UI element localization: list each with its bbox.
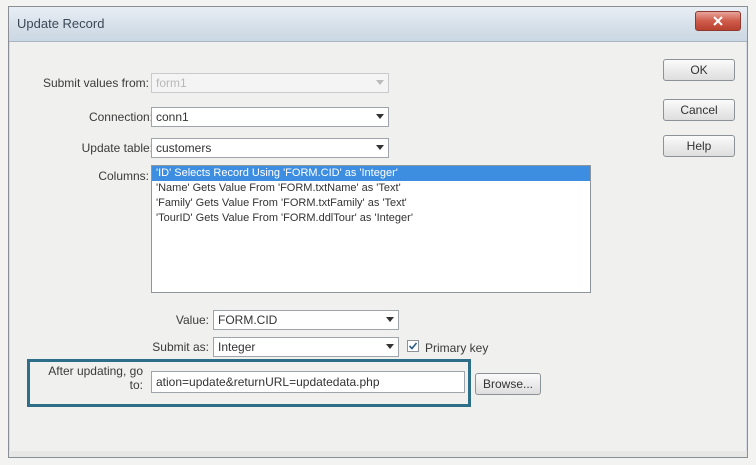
window-title: Update Record bbox=[17, 16, 105, 31]
update-table-value: customers bbox=[156, 141, 212, 155]
submit-as-label: Submit as: bbox=[152, 340, 209, 354]
submit-values-from-label: Submit values from: bbox=[42, 76, 149, 90]
update-record-dialog: Update Record Submit values from: form1 … bbox=[8, 6, 748, 458]
close-button[interactable] bbox=[695, 11, 741, 31]
chevron-down-icon bbox=[376, 145, 384, 150]
after-updating-url-value: ation=update&returnURL=updatedata.php bbox=[156, 375, 380, 389]
value-label: Value: bbox=[175, 313, 209, 327]
primary-key-checkbox[interactable] bbox=[407, 340, 419, 352]
after-updating-label-line2: to: bbox=[129, 378, 143, 392]
update-table-label: Update table: bbox=[81, 141, 153, 155]
checkmark-icon bbox=[408, 342, 418, 350]
dialog-footer bbox=[9, 451, 747, 457]
help-button[interactable]: Help bbox=[663, 135, 735, 157]
column-list-item[interactable]: 'Name' Gets Value From 'FORM.txtName' as… bbox=[152, 181, 590, 196]
connection-label: Connection: bbox=[88, 110, 153, 124]
column-list-item[interactable]: 'Family' Gets Value From 'FORM.txtFamily… bbox=[152, 196, 590, 211]
after-updating-url-input[interactable]: ation=update&returnURL=updatedata.php bbox=[151, 371, 465, 393]
submit-values-from-value: form1 bbox=[156, 76, 187, 90]
column-list-item[interactable]: 'ID' Selects Record Using 'FORM.CID' as … bbox=[152, 166, 590, 181]
after-updating-label: After updating, go to: bbox=[33, 364, 143, 392]
browse-button[interactable]: Browse... bbox=[475, 373, 541, 395]
close-icon bbox=[713, 16, 723, 26]
connection-value: conn1 bbox=[156, 110, 189, 124]
submit-values-from-select[interactable]: form1 bbox=[151, 73, 389, 93]
columns-label: Columns: bbox=[98, 169, 149, 183]
chevron-down-icon bbox=[386, 344, 394, 349]
chevron-down-icon bbox=[376, 80, 384, 85]
submit-as-select[interactable]: Integer bbox=[213, 337, 399, 357]
value-select[interactable]: FORM.CID bbox=[213, 310, 399, 330]
connection-select[interactable]: conn1 bbox=[151, 107, 389, 127]
after-updating-label-line1: After updating, go bbox=[48, 364, 143, 378]
ok-button[interactable]: OK bbox=[663, 59, 735, 81]
submit-as-value: Integer bbox=[218, 340, 256, 354]
column-list-item[interactable]: 'TourID' Gets Value From 'FORM.ddlTour' … bbox=[152, 211, 590, 226]
cancel-button[interactable]: Cancel bbox=[663, 99, 735, 121]
primary-key-label: Primary key bbox=[425, 341, 489, 355]
columns-listbox[interactable]: 'ID' Selects Record Using 'FORM.CID' as … bbox=[151, 165, 591, 293]
update-table-select[interactable]: customers bbox=[151, 138, 389, 158]
value-select-value: FORM.CID bbox=[218, 313, 278, 327]
title-bar: Update Record bbox=[9, 7, 747, 42]
chevron-down-icon bbox=[386, 317, 394, 322]
chevron-down-icon bbox=[376, 114, 384, 119]
